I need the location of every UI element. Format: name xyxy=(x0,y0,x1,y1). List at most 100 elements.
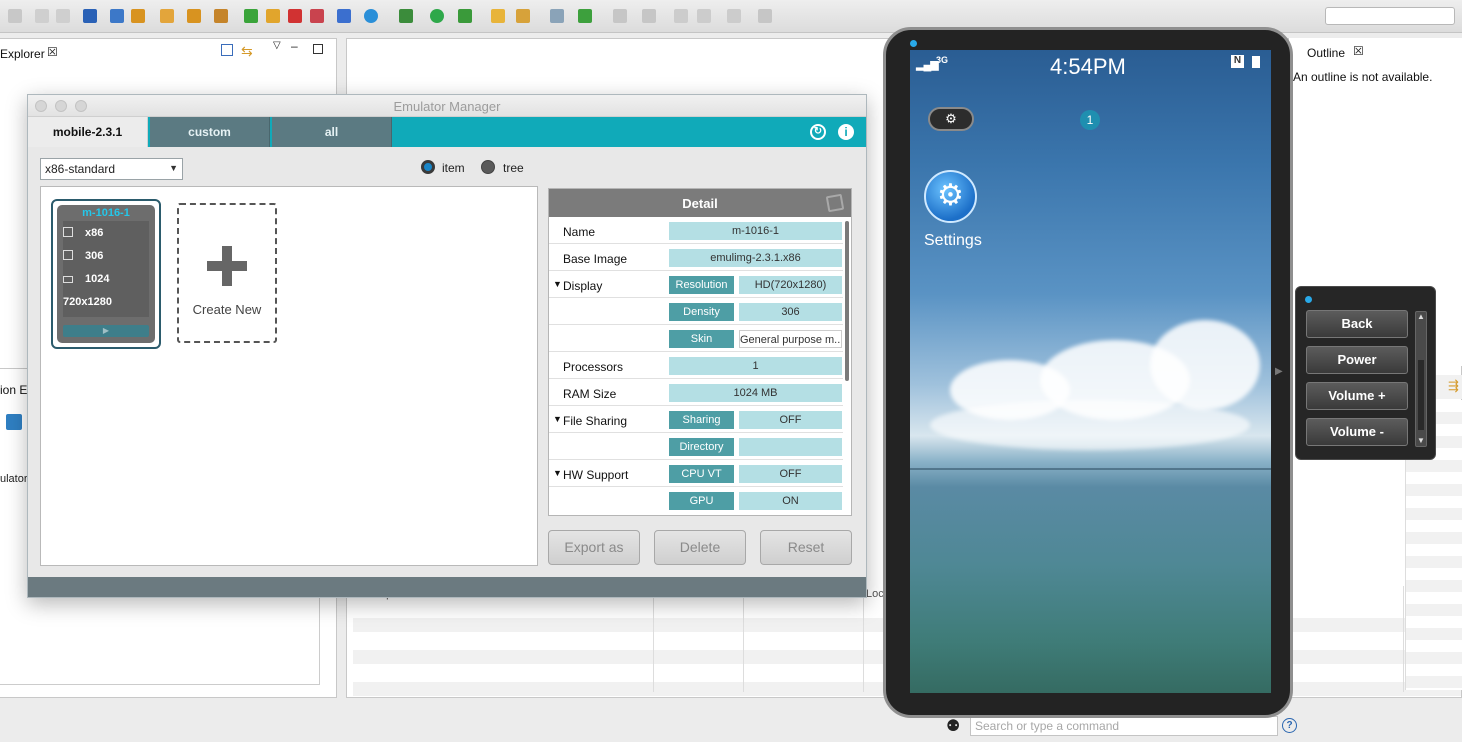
notification-badge[interactable]: 1 xyxy=(1080,110,1100,130)
right-tool-area: ⇶ xyxy=(1436,375,1462,399)
delete-button[interactable]: Delete xyxy=(654,530,746,565)
view-item-radio[interactable] xyxy=(421,160,435,174)
play-icon: ▶ xyxy=(102,326,110,335)
step-filter-icon[interactable] xyxy=(110,9,124,23)
create-new-button[interactable]: Create New xyxy=(177,203,277,343)
power-button[interactable]: Power xyxy=(1306,346,1408,374)
detail-label: Name xyxy=(563,225,596,239)
link-editor-icon[interactable]: ⇆ xyxy=(241,43,253,60)
cpu-icon xyxy=(63,227,73,237)
checklist-icon[interactable] xyxy=(337,9,351,23)
collapse-all-icon[interactable] xyxy=(221,44,233,56)
disconnect-icon[interactable] xyxy=(310,9,324,23)
volume-down-button[interactable]: Volume - xyxy=(1306,418,1408,446)
annotation-prev-icon[interactable] xyxy=(642,9,656,23)
tab-all[interactable]: all xyxy=(272,117,392,147)
pin-icon[interactable] xyxy=(758,9,772,23)
external-tools-icon[interactable] xyxy=(458,9,472,23)
left-item-partial[interactable]: ulator xyxy=(0,473,28,485)
column-location[interactable]: Loc xyxy=(866,588,884,600)
scroll-thumb[interactable] xyxy=(1418,360,1424,430)
edit-icon[interactable] xyxy=(825,193,845,213)
panel-toggle-arrow-icon[interactable]: ▶ xyxy=(1275,366,1283,377)
expand-triangle-icon[interactable]: ▼ xyxy=(553,279,562,289)
cloud xyxy=(930,400,1250,450)
detail-row-name: Name m-1016-1 xyxy=(549,217,843,244)
left-tab-partial[interactable]: ion E xyxy=(0,383,27,397)
tab-custom[interactable]: custom xyxy=(150,117,270,147)
maximize-icon[interactable] xyxy=(313,44,323,54)
base-image-select[interactable]: x86-standard ▼ xyxy=(40,158,183,180)
terminate-icon[interactable] xyxy=(288,9,302,23)
base-image-select-value: x86-standard xyxy=(45,162,116,176)
vm-card[interactable]: m-1016-1 x86 306 1024 720x1280 ▶ xyxy=(51,199,161,349)
view-tree-radio[interactable] xyxy=(481,160,495,174)
step-into-icon[interactable] xyxy=(131,9,145,23)
run-icon[interactable] xyxy=(430,9,444,23)
image-icon[interactable] xyxy=(550,9,564,23)
close-icon[interactable]: ☒ xyxy=(47,45,58,59)
ram-icon xyxy=(63,276,73,283)
launch-button[interactable]: ▶ xyxy=(63,325,149,337)
outline-tab[interactable]: Outline xyxy=(1307,46,1345,60)
vm-card-body: m-1016-1 x86 306 1024 720x1280 ▶ xyxy=(57,205,155,343)
led-indicator xyxy=(1305,296,1312,303)
volume-up-button[interactable]: Volume + xyxy=(1306,382,1408,410)
redo-icon[interactable] xyxy=(56,9,70,23)
open-folder-icon[interactable] xyxy=(491,9,505,23)
minimize-icon[interactable]: – xyxy=(291,39,298,53)
help-icon[interactable]: ? xyxy=(1282,718,1297,733)
vm-ram-value: 1024 xyxy=(85,273,110,285)
detail-value xyxy=(739,438,842,456)
detail-value: 1024 MB xyxy=(669,384,842,402)
explorer-tab[interactable]: Explorer xyxy=(0,47,45,61)
clock: 4:54PM xyxy=(1050,54,1126,79)
vm-cpu-value: x86 xyxy=(85,227,104,239)
expand-triangle-icon[interactable]: ▼ xyxy=(553,414,562,424)
debug-icon[interactable] xyxy=(399,9,413,23)
run-last-icon[interactable] xyxy=(364,9,378,23)
export-as-button[interactable]: Export as xyxy=(548,530,640,565)
deploy-icon[interactable] xyxy=(6,414,22,430)
link-icon[interactable]: ⇶ xyxy=(1448,378,1459,394)
suspend-icon[interactable] xyxy=(266,9,280,23)
control-scrollbar[interactable]: ▲ ▼ xyxy=(1415,311,1427,447)
back-history-icon[interactable] xyxy=(697,9,711,23)
skip-breakpoints-icon[interactable] xyxy=(83,9,97,23)
reset-button[interactable]: Reset xyxy=(760,530,852,565)
command-search-input[interactable]: Search or type a command xyxy=(970,716,1278,736)
detail-scrollbar[interactable] xyxy=(845,221,849,381)
tab-mobile-2-3-1[interactable]: mobile-2.3.1 xyxy=(28,117,148,147)
step-over-icon[interactable] xyxy=(160,9,174,23)
info-icon[interactable]: i xyxy=(838,124,854,140)
close-icon[interactable]: ☒ xyxy=(1353,44,1364,58)
user-icon[interactable]: ⚉ xyxy=(946,716,960,736)
annotation-next-icon[interactable] xyxy=(613,9,627,23)
expand-triangle-icon[interactable]: ▼ xyxy=(553,468,562,478)
forward-arrow-icon[interactable] xyxy=(727,9,741,23)
back-arrow-icon[interactable] xyxy=(674,9,688,23)
column-divider xyxy=(743,586,744,692)
settings-app-icon[interactable]: ⚙ xyxy=(924,170,977,223)
settings-shortcut-icon[interactable]: ⚙ xyxy=(928,107,974,131)
detail-value: 1 xyxy=(669,357,842,375)
step-return-icon[interactable] xyxy=(187,9,201,23)
refresh-icon[interactable]: ↻ xyxy=(810,124,826,140)
drop-frame-icon[interactable] xyxy=(214,9,228,23)
back-button[interactable]: Back xyxy=(1306,310,1408,338)
pen-icon[interactable] xyxy=(516,9,530,23)
scroll-up-icon[interactable]: ▲ xyxy=(1417,312,1425,321)
print-icon[interactable] xyxy=(8,9,22,23)
detail-value: OFF xyxy=(739,411,842,429)
vm-list: m-1016-1 x86 306 1024 720x1280 ▶ Create … xyxy=(40,186,538,566)
view-menu-icon[interactable]: ▽ xyxy=(273,40,281,51)
resume-icon[interactable] xyxy=(244,9,258,23)
scroll-down-icon[interactable]: ▼ xyxy=(1417,436,1425,445)
phone-screen[interactable]: ▂▄▆ 3G 4:54PM N ⚙ 1 ⚙ Settings xyxy=(910,50,1271,693)
quick-access-input[interactable] xyxy=(1325,7,1455,25)
undo-icon[interactable] xyxy=(35,9,49,23)
task-icon[interactable] xyxy=(578,9,592,23)
nfc-icon: N xyxy=(1231,55,1244,68)
vm-spec-cpu: x86 xyxy=(63,227,103,239)
detail-chip: Skin xyxy=(669,330,734,348)
